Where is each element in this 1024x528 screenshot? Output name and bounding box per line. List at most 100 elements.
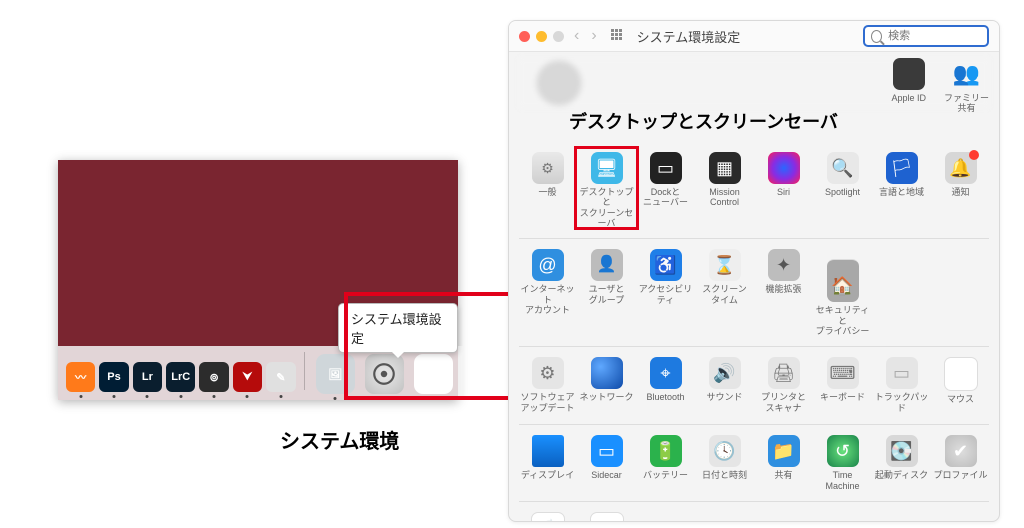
pref-label: バッテリー	[643, 470, 688, 490]
pref-users-groups[interactable]: 👤 ユーザとグループ	[578, 249, 635, 336]
pref-apple-id[interactable]: Apple ID	[891, 58, 926, 114]
pref-label: TimeMachine	[825, 470, 859, 491]
pref-label: Apple ID	[891, 93, 926, 113]
notifications-icon: 🔔	[945, 152, 977, 184]
pref-security-privacy[interactable]: 🏠セキュリティとプライバシー	[814, 249, 871, 336]
pref-label: ネットワーク	[579, 392, 633, 412]
pref-label: ソフトウェアアップデート	[520, 392, 574, 413]
bluetooth-icon: ⌖	[650, 357, 682, 389]
pref-desktop-screensaver[interactable]: 🖥デスクトップとスクリーンセーバ	[578, 152, 635, 228]
pref-label: ファミリー共有	[944, 93, 989, 114]
pref-label: キーボード	[820, 392, 865, 412]
pref-time-machine[interactable]: ↺ TimeMachine	[814, 435, 871, 491]
sidecar-icon: ▭	[591, 435, 623, 467]
prefs-row-4: ☕JavaPDLPDLを選択	[519, 501, 989, 522]
system-preferences-window: ‹ › システム環境設定 Apple ID👥ファミリー共有 デスクトップとスクリ…	[508, 20, 1000, 522]
pref-extensions[interactable]: ✦ 機能拡張	[755, 249, 812, 336]
pref-accessibility[interactable]: ♿アクセシビリティ	[637, 249, 694, 336]
pref-network[interactable]: ネットワーク	[578, 357, 635, 414]
pref-bluetooth[interactable]: ⌖ Bluetooth	[637, 357, 694, 414]
pref-label: Dockとニューバー	[643, 187, 688, 208]
lightroom-app[interactable]: Lr	[133, 362, 162, 392]
pref-battery[interactable]: 🔋バッテリー	[637, 435, 694, 491]
sharing-icon: 📁	[768, 435, 800, 467]
pref-label: トラックパッド	[873, 392, 930, 413]
pref-dock-menubar[interactable]: ▭ Dockとニューバー	[637, 152, 694, 228]
pref-label: セキュリティとプライバシー	[814, 305, 871, 336]
pref-label: Bluetooth	[646, 392, 684, 412]
highlight-box-pref	[574, 146, 639, 230]
pref-label: インターネットアカウント	[519, 284, 576, 315]
pref-mouse[interactable]: 🖱マウス	[932, 357, 989, 414]
minimize-button[interactable]	[536, 31, 547, 42]
pref-keyboard[interactable]: ⌨キーボード	[814, 357, 871, 414]
general-icon: ⚙	[532, 152, 564, 184]
displays-icon	[532, 435, 564, 467]
prefs-row-0: ⚙一般🖥デスクトップとスクリーンセーバ ▭ Dockとニューバー ▦MissionCo…	[519, 142, 989, 228]
lightroom-classic-app[interactable]: LrC	[166, 362, 195, 392]
highlight-box-dock	[344, 292, 518, 400]
pref-sound[interactable]: 🔊サウンド	[696, 357, 753, 414]
trackpad-icon: ▭	[886, 357, 918, 389]
search-field[interactable]	[863, 25, 989, 47]
show-all-button[interactable]	[611, 29, 625, 43]
search-icon	[871, 30, 882, 43]
dock-menubar-icon: ▭	[650, 152, 682, 184]
trends-app[interactable]: 〰	[66, 362, 95, 392]
pref-label: ユーザとグループ	[589, 284, 625, 305]
pref-language-region[interactable]: 🏳 言語と地域	[873, 152, 930, 228]
zoom-button[interactable]	[553, 31, 564, 42]
photoshop-app[interactable]: Ps	[99, 362, 128, 392]
pref-spotlight[interactable]: 🔍 Spotlight	[814, 152, 871, 228]
acrobat-app[interactable]: ⮟	[233, 362, 262, 392]
prefs-row-3: ディスプレイ▭Sidecar🔋バッテリー🕓日付と時刻📁共有 ↺ TimeMachin…	[519, 424, 989, 491]
pref-mission-control[interactable]: ▦MissionControl	[696, 152, 753, 228]
close-button[interactable]	[519, 31, 530, 42]
pref-screen-time[interactable]: ⌛ スクリーンタイム	[696, 249, 753, 336]
pref-java[interactable]: ☕Java	[519, 512, 576, 522]
pdl-select-icon: PDL	[590, 512, 624, 522]
dock-separator	[304, 352, 305, 390]
java-icon: ☕	[531, 512, 565, 522]
profiles-icon: ✔	[945, 435, 977, 467]
mission-control-icon: ▦	[709, 152, 741, 184]
pref-label: スクリーンタイム	[702, 284, 747, 305]
pref-displays[interactable]: ディスプレイ	[519, 435, 576, 491]
prefs-row-2: ⚙ ソフトウェアアップデートネットワーク ⌖ Bluetooth 🔊サウンド🖨プリンタと…	[519, 346, 989, 414]
pref-date-time[interactable]: 🕓日付と時刻	[696, 435, 753, 491]
language-region-icon: 🏳	[886, 152, 918, 184]
siri-icon	[768, 152, 800, 184]
pref-printers-scanners[interactable]: 🖨プリンタとスキャナ	[755, 357, 812, 414]
time-machine-icon: ↺	[827, 435, 859, 467]
pref-sharing[interactable]: 📁共有	[755, 435, 812, 491]
creative-cloud-app[interactable]: ⊚	[199, 362, 228, 392]
date-time-icon: 🕓	[709, 435, 741, 467]
extensions-icon: ✦	[768, 249, 800, 281]
pref-label: 言語と地域	[879, 187, 924, 207]
pref-startup-disk[interactable]: 💽起動ディスク	[873, 435, 930, 491]
pref-software-update[interactable]: ⚙ ソフトウェアアップデート	[519, 357, 576, 414]
search-input[interactable]	[886, 29, 981, 43]
internet-accounts-icon: @	[532, 249, 564, 281]
forward-button[interactable]: ›	[589, 28, 598, 44]
pref-general[interactable]: ⚙一般	[519, 152, 576, 228]
pref-profiles[interactable]: ✔プロファイル	[932, 435, 989, 491]
pref-internet-accounts[interactable]: @インターネットアカウント	[519, 249, 576, 336]
spotlight-icon: 🔍	[827, 152, 859, 184]
screen-time-icon: ⌛	[709, 249, 741, 281]
pref-notifications[interactable]: 🔔通知	[932, 152, 989, 228]
pref-trackpad[interactable]: ▭ トラックパッド	[873, 357, 930, 414]
pref-label: プリンタとスキャナ	[761, 392, 806, 413]
pref-family-sharing[interactable]: 👥ファミリー共有	[944, 58, 989, 114]
pref-siri[interactable]: Siri	[755, 152, 812, 228]
software-update-icon: ⚙	[532, 357, 564, 389]
users-groups-icon: 👤	[591, 249, 623, 281]
back-button[interactable]: ‹	[572, 28, 581, 44]
pref-pdl-select[interactable]: PDLPDLを選択	[578, 512, 635, 522]
pref-label: Spotlight	[825, 187, 860, 207]
pref-sidecar[interactable]: ▭Sidecar	[578, 435, 635, 491]
caption-left: システム環境	[280, 425, 399, 454]
pref-label: 機能拡張	[765, 284, 801, 304]
accessibility-icon: ♿	[650, 249, 682, 281]
utility-app[interactable]: ✎	[266, 362, 295, 392]
